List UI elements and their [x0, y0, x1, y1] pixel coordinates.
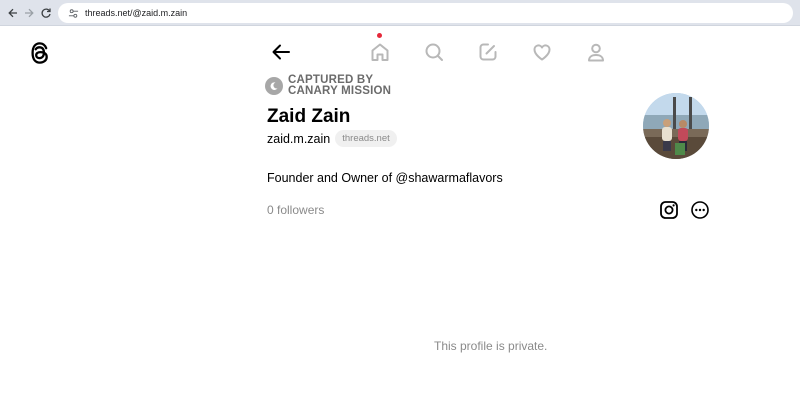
browser-toolbar: threads.net/@zaid.m.zain [0, 0, 800, 26]
private-profile-notice: This profile is private. [434, 339, 548, 353]
profile-handle: zaid.m.zain [267, 131, 331, 146]
handle-row: zaid.m.zain threads.net [267, 130, 397, 147]
top-navigation [0, 38, 800, 68]
url-text: threads.net/@zaid.m.zain [85, 8, 188, 18]
followers-count[interactable]: 0 followers [267, 203, 324, 217]
forward-arrow-icon[interactable] [20, 4, 38, 22]
search-icon[interactable] [420, 38, 448, 66]
compose-icon[interactable] [474, 38, 502, 66]
more-options-icon[interactable] [689, 199, 711, 221]
captured-line-2: CANARY MISSION [288, 85, 392, 97]
instagram-icon[interactable] [658, 199, 680, 221]
moon-icon [265, 77, 283, 95]
address-bar[interactable]: threads.net/@zaid.m.zain [58, 3, 793, 23]
avatar[interactable] [643, 93, 709, 159]
home-icon[interactable] [366, 38, 394, 66]
domain-badge[interactable]: threads.net [335, 130, 397, 147]
captured-badge: CAPTURED BY CANARY MISSION [265, 74, 392, 97]
back-arrow-icon[interactable] [267, 38, 295, 66]
heart-icon[interactable] [528, 38, 556, 66]
profile-name: Zaid Zain [267, 106, 351, 127]
profile-icon[interactable] [582, 38, 610, 66]
notification-dot [377, 33, 382, 38]
reload-icon[interactable] [37, 4, 55, 22]
site-info-icon[interactable] [66, 6, 80, 20]
profile-bio: Founder and Owner of @shawarmaflavors [267, 171, 503, 185]
